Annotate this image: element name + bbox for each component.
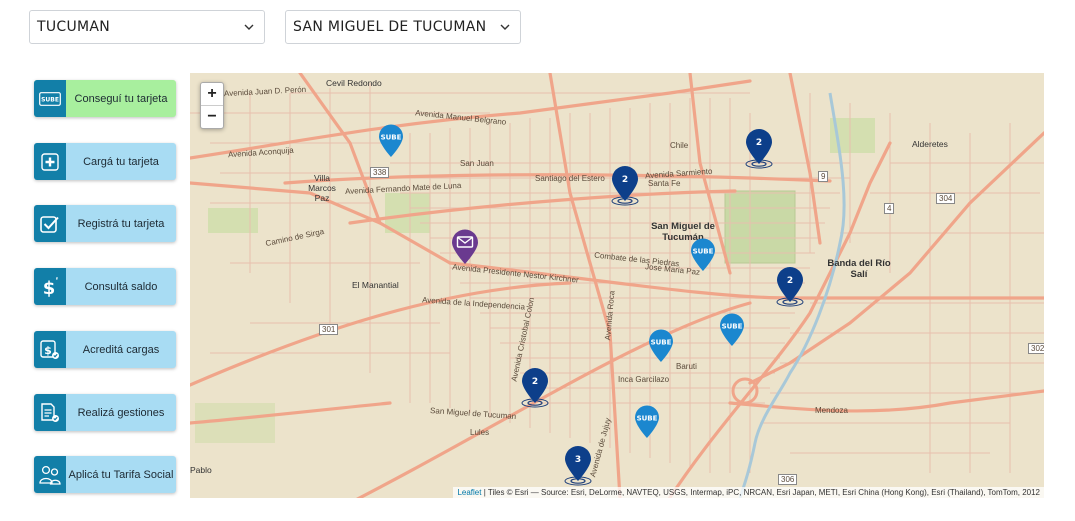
route-shield: 301	[319, 324, 339, 335]
street-label: Santiago del Estero	[535, 174, 605, 183]
top-up-card-button[interactable]: Cargá tu tarjeta	[34, 143, 176, 180]
route-shield: 302	[1028, 343, 1044, 354]
cluster-marker[interactable]: 3	[563, 445, 593, 487]
city-select[interactable]: SAN MIGUEL DE TUCUMAN	[285, 10, 521, 44]
map-basemap	[190, 73, 1044, 498]
zoom-control: + −	[200, 82, 224, 129]
document-check-icon	[34, 394, 66, 431]
map-attribution: Leaflet | Tiles © Esri — Source: Esri, D…	[453, 487, 1044, 498]
street-label: Inca Garcilazo	[618, 375, 670, 384]
province-select-value: TUCUMAN	[37, 19, 111, 35]
place-label: Banda del Río Salí	[827, 258, 891, 280]
register-card-label: Registrá tu tarjeta	[77, 217, 165, 230]
credit-top-ups-button[interactable]: $ Acreditá cargas	[34, 331, 176, 368]
attribution-text: | Tiles © Esri — Source: Esri, DeLorme, …	[481, 488, 1040, 497]
map[interactable]: Cevil Redondo Villa Marcos Paz El Manant…	[190, 73, 1044, 498]
street-label: Lules	[470, 428, 490, 437]
get-card-label: Conseguí tu tarjeta	[74, 92, 168, 105]
register-card-button[interactable]: Registrá tu tarjeta	[34, 205, 176, 242]
sube-location-marker[interactable]: SUBE	[634, 405, 660, 439]
cluster-count: 3	[575, 455, 581, 465]
dollar-check-icon: $	[34, 331, 66, 368]
manage-procedures-button[interactable]: Realizá gestiones	[34, 394, 176, 431]
cluster-count: 2	[756, 138, 762, 148]
cluster-marker[interactable]: 2	[610, 165, 640, 207]
get-card-button[interactable]: SUBE Conseguí tu tarjeta	[34, 80, 176, 117]
street-label: Mendoza	[815, 406, 848, 415]
check-balance-label: Consultá saldo	[84, 280, 158, 293]
credit-top-ups-label: Acreditá cargas	[82, 343, 160, 356]
city-select-value: SAN MIGUEL DE TUCUMAN	[293, 19, 487, 35]
route-shield: 4	[884, 203, 895, 214]
street-label: Santa Fe	[648, 179, 681, 188]
sube-marker-label: SUBE	[722, 323, 743, 331]
place-label: Pablo	[190, 465, 212, 475]
plus-card-icon	[34, 143, 66, 180]
sube-marker-label: SUBE	[693, 248, 714, 256]
mail-location-marker[interactable]	[451, 229, 479, 265]
svg-text:SUBE: SUBE	[41, 96, 59, 103]
sube-marker-label: SUBE	[637, 415, 658, 423]
route-shield: 338	[370, 167, 390, 178]
cluster-count: 2	[532, 377, 538, 387]
sube-location-marker[interactable]: SUBE	[648, 329, 674, 363]
top-up-card-label: Cargá tu tarjeta	[83, 155, 159, 168]
social-fare-button[interactable]: Aplicá tu Tarifa Social	[34, 456, 176, 493]
sube-location-marker[interactable]: SUBE	[719, 313, 745, 347]
sube-location-marker[interactable]: SUBE	[690, 238, 716, 272]
svg-text:$: $	[44, 344, 52, 357]
leaflet-link[interactable]: Leaflet	[457, 488, 481, 497]
zoom-in-button[interactable]: +	[201, 83, 223, 105]
social-fare-label: Aplicá tu Tarifa Social	[68, 468, 174, 481]
street-label: Chile	[670, 141, 689, 150]
checkbox-icon	[34, 205, 66, 242]
province-select[interactable]: TUCUMAN	[29, 10, 265, 44]
people-icon	[34, 456, 66, 493]
cluster-count: 2	[787, 276, 793, 286]
place-label: Villa Marcos Paz	[308, 173, 336, 203]
chevron-down-icon	[500, 22, 510, 32]
street-label: Baruti	[676, 362, 697, 371]
sube-marker-label: SUBE	[651, 339, 672, 347]
manage-procedures-label: Realizá gestiones	[77, 406, 165, 419]
sube-card-icon: SUBE	[34, 80, 66, 117]
street-label: San Juan	[460, 159, 494, 168]
sube-location-marker[interactable]: SUBE	[378, 124, 404, 158]
chevron-down-icon	[244, 22, 254, 32]
cluster-marker[interactable]: 2	[520, 367, 550, 409]
svg-text:$: $	[43, 278, 56, 298]
place-label: Alderetes	[912, 139, 948, 149]
route-shield: 304	[936, 193, 956, 204]
place-label: El Manantial	[352, 280, 399, 290]
cluster-marker[interactable]: 2	[775, 266, 805, 308]
route-shield: 306	[778, 474, 798, 485]
sube-marker-label: SUBE	[381, 134, 402, 142]
route-shield: 9	[818, 171, 829, 182]
place-label: Cevil Redondo	[326, 78, 382, 88]
dollar-icon: $	[34, 268, 66, 305]
cluster-count: 2	[622, 175, 628, 185]
check-balance-button[interactable]: $ Consultá saldo	[34, 268, 176, 305]
cluster-marker[interactable]: 2	[744, 128, 774, 170]
zoom-out-button[interactable]: −	[201, 105, 223, 128]
